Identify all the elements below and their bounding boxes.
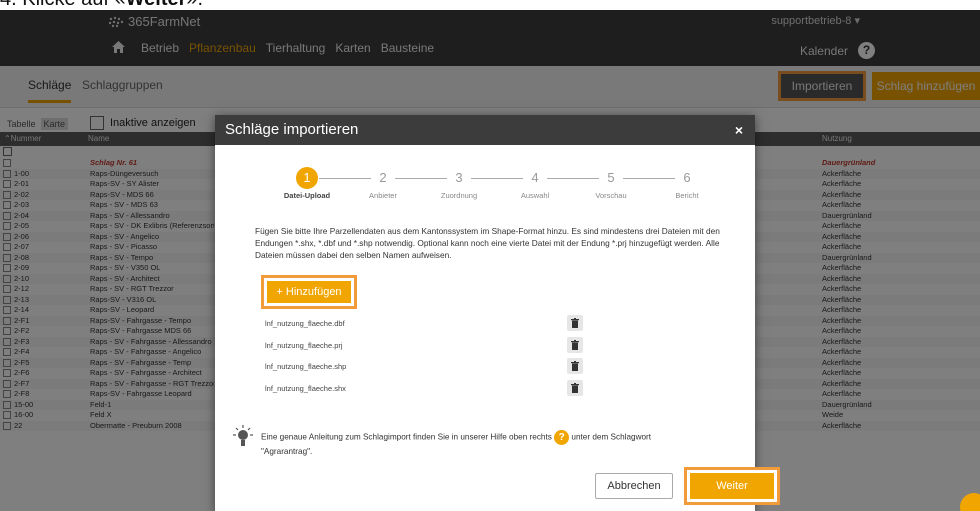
lightbulb-icon bbox=[233, 425, 253, 446]
file-name: lnf_nutzung_flaeche.prj bbox=[265, 340, 343, 350]
wizard-step: 1 Datei-Upload bbox=[272, 167, 342, 200]
wizard-step: 6 Bericht bbox=[652, 167, 722, 200]
close-icon[interactable]: × bbox=[735, 115, 743, 145]
step-label: Datei-Upload bbox=[283, 191, 331, 200]
caption-bold: Weiter bbox=[126, 0, 187, 10]
wizard-step: 2 Anbieter bbox=[348, 167, 418, 200]
next-button-label: Weiter bbox=[690, 473, 774, 499]
step-label: Vorschau bbox=[595, 191, 627, 200]
help-tip-text: Eine genaue Anleitung zum Schlagimport f… bbox=[261, 425, 651, 458]
help-question-icon: ? bbox=[554, 430, 570, 445]
step-number: 4 bbox=[531, 170, 539, 185]
step-label: Zuordnung bbox=[440, 191, 478, 200]
step-label: Bericht bbox=[675, 191, 699, 200]
import-dialog: Schläge importieren × 1 Datei-Upload 2 Anbi… bbox=[215, 115, 780, 511]
trash-icon[interactable] bbox=[567, 358, 583, 374]
step-number: 2 bbox=[379, 170, 387, 185]
next-button[interactable]: Weiter bbox=[684, 467, 780, 505]
step-label: Anbieter bbox=[369, 191, 397, 200]
file-name: lnf_nutzung_flaeche.shx bbox=[265, 383, 346, 393]
step-number: 5 bbox=[607, 170, 615, 185]
trash-icon[interactable] bbox=[567, 379, 583, 396]
cancel-button[interactable]: Abbrechen bbox=[595, 473, 673, 499]
caption-prefix: 4. Klicke auf « bbox=[0, 0, 126, 10]
add-file-button[interactable]: + Hinzufügen bbox=[261, 275, 357, 309]
file-name: lnf_nutzung_flaeche.dbf bbox=[265, 319, 345, 328]
wizard-step: 3 Zuordnung bbox=[424, 167, 494, 200]
step-number: 1 bbox=[296, 167, 318, 189]
tip-text-before: Eine genaue Anleitung zum Schlagimport f… bbox=[261, 432, 552, 442]
help-tip: Eine genaue Anleitung zum Schlagimport f… bbox=[233, 425, 733, 458]
file-name: lnf_nutzung_flaeche.shp bbox=[265, 362, 347, 371]
trash-icon[interactable] bbox=[567, 336, 583, 353]
caption-suffix: ». bbox=[186, 0, 203, 10]
trash-icon[interactable] bbox=[567, 315, 583, 331]
tip-keyword: "Agrarantrag". bbox=[261, 447, 313, 456]
wizard-step: 4 Auswahl bbox=[500, 167, 570, 200]
step-label: Auswahl bbox=[520, 191, 550, 200]
wizard-step: 5 Vorschau bbox=[576, 167, 646, 200]
wizard-steps: 1 Datei-Upload 2 Anbieter 3 Zuordnung 4 Auswahl… bbox=[215, 167, 755, 207]
tip-text-after: unter dem Schlagwort bbox=[571, 432, 652, 442]
add-file-label: + Hinzufügen bbox=[267, 281, 351, 303]
import-instructions: Fügen Sie bitte Ihre Parzellendaten aus … bbox=[255, 226, 720, 261]
dialog-header: Schläge importieren × bbox=[215, 115, 755, 145]
step-number: 6 bbox=[683, 170, 691, 185]
dialog-title: Schläge importieren bbox=[225, 121, 359, 138]
step-number: 3 bbox=[455, 170, 463, 185]
